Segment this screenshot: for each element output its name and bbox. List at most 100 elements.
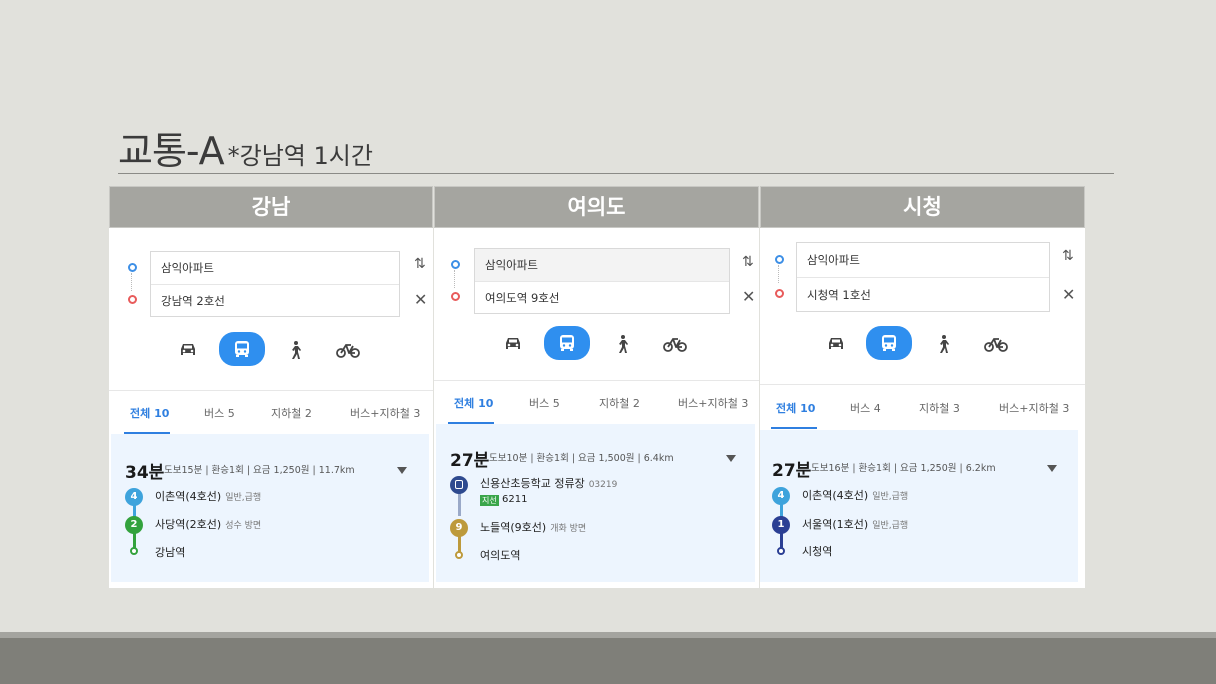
tab-bus[interactable]: 버스 5 <box>529 395 560 411</box>
car-icon[interactable] <box>816 331 856 357</box>
bike-icon[interactable] <box>976 331 1016 357</box>
route-connector <box>131 273 133 291</box>
end-station: 여의도역 <box>480 549 521 562</box>
tab-bus-subway[interactable]: 버스+지하철 3 <box>999 400 1069 416</box>
tab-all[interactable]: 전체 10 <box>130 405 169 421</box>
slide-title: 교통-A *강남역 1시간 <box>118 120 373 175</box>
bus-number: 6211 <box>502 494 528 505</box>
origin-field[interactable]: 삼익아파트 <box>475 249 729 281</box>
bus-icon[interactable] <box>219 332 265 366</box>
swap-icon[interactable]: ⇅ <box>414 256 426 272</box>
tab-bus-subway[interactable]: 버스+지하철 3 <box>350 405 420 421</box>
origin-dot-icon <box>775 255 784 264</box>
tab-subway[interactable]: 지하철 3 <box>919 400 960 416</box>
panel-yeouido: 여의도 삼익아파트 여의도역 9호선 ⇅ ✕ 전체 10 버스 5 지하철 2 … <box>434 186 759 588</box>
transfer-station: 서울역(1호선) 일반,급행 <box>802 516 908 532</box>
route-result[interactable]: 27분 도보10분 | 환승1회 | 요금 1,500원 | 6.4km 신용산… <box>436 424 755 582</box>
tab-subway[interactable]: 지하철 2 <box>271 405 312 421</box>
transfer-station: 노들역(9호선) 개화 방면 <box>480 519 586 535</box>
title-divider <box>118 173 1114 174</box>
line-9-badge-icon: 9 <box>450 519 468 537</box>
tab-bus[interactable]: 버스 4 <box>850 400 881 416</box>
travel-time: 27분 <box>450 451 490 471</box>
line-2-badge-icon: 2 <box>125 516 143 534</box>
destination-dot-icon <box>775 289 784 298</box>
close-icon[interactable]: ✕ <box>742 287 755 306</box>
end-station: 시청역 <box>802 545 833 558</box>
destination-field[interactable]: 시청역 1호선 <box>797 277 1049 312</box>
end-point-icon <box>130 547 138 555</box>
station-name: 사당역(2호선) <box>155 518 222 531</box>
route-tabs: 전체 10 버스 5 지하철 2 버스+지하철 3 <box>109 390 433 435</box>
route-connector <box>778 265 780 283</box>
line-4-badge-icon: 4 <box>125 488 143 506</box>
station-name: 서울역(1호선) <box>802 518 869 531</box>
transfer-station: 이촌역(4호선) 일반,급행 <box>802 487 908 503</box>
bike-icon[interactable] <box>328 337 368 363</box>
chevron-down-icon[interactable] <box>397 467 407 474</box>
destination-dot-icon <box>451 292 460 301</box>
slide-title-sub: *강남역 1시간 <box>227 142 373 170</box>
route-inputs: 삼익아파트 시청역 1호선 <box>796 242 1050 312</box>
bus-stop-icon <box>450 476 468 494</box>
panel-cityhall: 시청 삼익아파트 시청역 1호선 ⇅ ✕ 전체 10 버스 4 지하철 3 버스… <box>760 186 1085 588</box>
bus-stop: 신용산초등학교 정류장 03219 <box>480 475 617 491</box>
travel-time: 27분 <box>772 461 812 481</box>
tab-subway[interactable]: 지하철 2 <box>599 395 640 411</box>
end-station: 강남역 <box>155 546 186 559</box>
transfer-station: 사당역(2호선) 성수 방면 <box>155 516 261 532</box>
origin-dot-icon <box>128 263 137 272</box>
footer-bar <box>0 632 1216 684</box>
tab-all[interactable]: 전체 10 <box>776 400 815 416</box>
end-point-icon <box>455 551 463 559</box>
walk-icon[interactable] <box>275 337 315 363</box>
bus-icon[interactable] <box>866 326 912 360</box>
line-4-badge-icon: 4 <box>772 487 790 505</box>
route-connector <box>454 270 456 288</box>
close-icon[interactable]: ✕ <box>414 290 427 309</box>
route-result[interactable]: 34분 도보15분 | 환승1회 | 요금 1,250원 | 11.7km 4 … <box>111 434 429 582</box>
destination-field[interactable]: 강남역 2호선 <box>151 284 399 317</box>
swap-icon[interactable]: ⇅ <box>1062 248 1074 264</box>
destination-dot-icon <box>128 295 137 304</box>
direction-note: 성수 방면 <box>225 521 262 531</box>
direction-note: 개화 방면 <box>550 524 587 534</box>
end-point-icon <box>777 547 785 555</box>
swap-icon[interactable]: ⇅ <box>742 254 754 270</box>
car-icon[interactable] <box>493 331 533 357</box>
station-name: 이촌역(4호선) <box>802 489 869 502</box>
route-meta: 도보16분 | 환승1회 | 요금 1,250원 | 6.2km <box>811 463 996 474</box>
station-name: 노들역(9호선) <box>480 521 547 534</box>
origin-dot-icon <box>451 260 460 269</box>
destination-field[interactable]: 여의도역 9호선 <box>475 281 729 314</box>
chevron-down-icon[interactable] <box>726 455 736 462</box>
tab-bus-subway[interactable]: 버스+지하철 3 <box>678 395 748 411</box>
direction-note: 일반,급행 <box>872 492 909 502</box>
line-1-badge-icon: 1 <box>772 516 790 534</box>
slide-title-main: 교통-A <box>118 129 225 173</box>
travel-time: 34분 <box>125 463 165 483</box>
route-inputs: 삼익아파트 여의도역 9호선 <box>474 248 730 314</box>
route-inputs: 삼익아파트 강남역 2호선 <box>150 251 400 317</box>
bus-icon[interactable] <box>544 326 590 360</box>
route-result[interactable]: 27분 도보16분 | 환승1회 | 요금 1,250원 | 6.2km 4 이… <box>760 430 1078 582</box>
tab-bus[interactable]: 버스 5 <box>204 405 235 421</box>
route-meta: 도보10분 | 환승1회 | 요금 1,500원 | 6.4km <box>489 453 674 464</box>
tab-all[interactable]: 전체 10 <box>454 395 493 411</box>
transfer-station: 이촌역(4호선) 일반,급행 <box>155 488 261 504</box>
walk-icon[interactable] <box>602 331 642 357</box>
bike-icon[interactable] <box>655 331 695 357</box>
panel-header: 여의도 <box>434 186 759 228</box>
active-tab-indicator <box>771 427 817 429</box>
panel-header: 시청 <box>760 186 1085 228</box>
chevron-down-icon[interactable] <box>1047 465 1057 472</box>
bus-type-badge: 지선 <box>480 495 499 506</box>
close-icon[interactable]: ✕ <box>1062 285 1075 304</box>
origin-field[interactable]: 삼익아파트 <box>151 252 399 284</box>
car-icon[interactable] <box>168 337 208 363</box>
footer-bar-accent <box>0 632 1216 638</box>
bus-stop-name: 신용산초등학교 정류장 <box>480 477 585 490</box>
walk-icon[interactable] <box>923 331 963 357</box>
route-tabs: 전체 10 버스 4 지하철 3 버스+지하철 3 <box>760 384 1085 429</box>
origin-field[interactable]: 삼익아파트 <box>797 243 1049 277</box>
